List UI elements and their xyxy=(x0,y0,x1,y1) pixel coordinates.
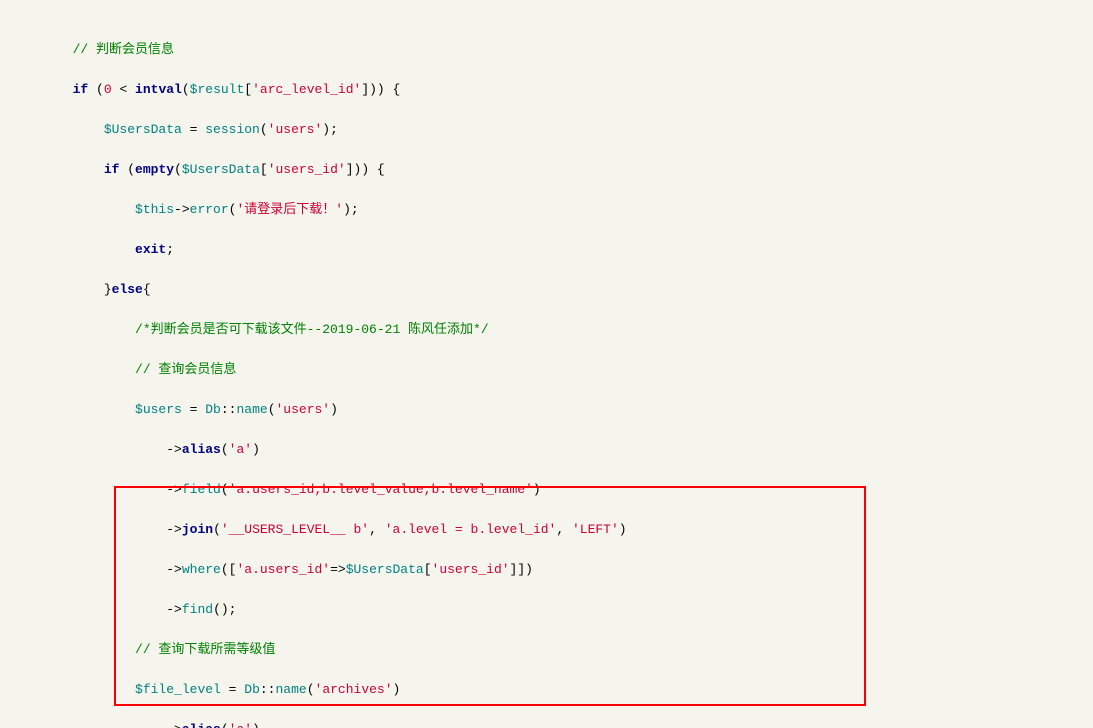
code-line: // 查询会员信息 xyxy=(18,360,1093,380)
code-line: $this->error('请登录后下载！'); xyxy=(18,200,1093,220)
code-line: // 查询下载所需等级值 xyxy=(18,640,1093,660)
code-line: $users = Db::name('users') xyxy=(18,400,1093,420)
comment: // 判断会员信息 xyxy=(73,42,174,57)
code-line: $file_level = Db::name('archives') xyxy=(18,680,1093,700)
code-editor: // 判断会员信息 if (0 < intval($result['arc_le… xyxy=(0,0,1093,728)
code-area: // 判断会员信息 if (0 < intval($result['arc_le… xyxy=(14,0,1093,728)
code-line: }else{ xyxy=(18,280,1093,300)
code-line: ->join('__USERS_LEVEL__ b', 'a.level = b… xyxy=(18,520,1093,540)
code-line: $UsersData = session('users'); xyxy=(18,120,1093,140)
code-line: ->where(['a.users_id'=>$UsersData['users… xyxy=(18,560,1093,580)
code-line: if (0 < intval($result['arc_level_id']))… xyxy=(18,80,1093,100)
code-line: exit; xyxy=(18,240,1093,260)
annotation-box xyxy=(114,486,866,706)
code-line: if (empty($UsersData['users_id'])) { xyxy=(18,160,1093,180)
code-line: ->find(); xyxy=(18,600,1093,620)
code-line: ->alias('a') xyxy=(18,440,1093,460)
code-line: ->alias('a') xyxy=(18,720,1093,728)
gutter xyxy=(0,0,14,728)
code-line: // 判断会员信息 xyxy=(18,40,1093,60)
code-line: /*判断会员是否可下载该文件--2019-06-21 陈风任添加*/ xyxy=(18,320,1093,340)
code-line: ->field('a.users_id,b.level_value,b.leve… xyxy=(18,480,1093,500)
